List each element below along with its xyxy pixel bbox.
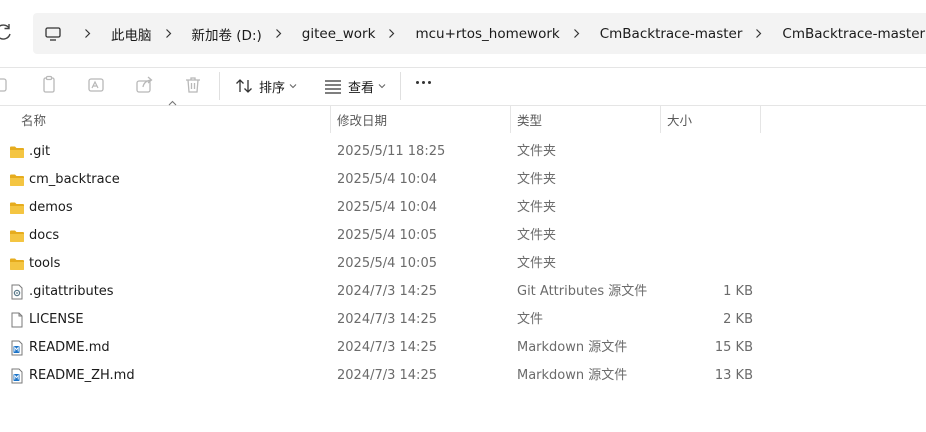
delete-icon[interactable] [183, 75, 203, 95]
folder-icon [9, 200, 25, 216]
share-icon[interactable] [135, 75, 155, 95]
computer-icon[interactable] [45, 26, 61, 41]
markdown-file-icon [9, 368, 25, 384]
file-name[interactable]: .git [29, 138, 50, 166]
chevron-down-icon [289, 84, 297, 89]
view-label: 查看 [348, 80, 375, 96]
file-date: 2024/7/3 14:25 [337, 368, 437, 383]
chevron-right-icon[interactable] [387, 29, 396, 38]
breadcrumb-item[interactable]: 此电脑 [107, 20, 156, 48]
file-row[interactable]: docs 2025/5/4 10:05 文件夹 [0, 222, 926, 250]
breadcrumb-item[interactable]: gitee_work [298, 22, 380, 46]
view-icon [325, 80, 341, 94]
toolbar-divider [400, 72, 401, 100]
file-type: Git Attributes 源文件 [517, 284, 648, 299]
file-date: 2024/7/3 14:25 [337, 312, 437, 327]
file-name[interactable]: LICENSE [29, 306, 84, 334]
file-date: 2025/5/11 18:25 [337, 144, 446, 159]
folder-icon [9, 172, 25, 188]
copy-icon[interactable] [39, 75, 59, 95]
column-divider[interactable] [330, 106, 331, 133]
markdown-file-icon [9, 340, 25, 356]
chevron-right-icon[interactable] [754, 29, 763, 38]
file-type: 文件夹 [517, 200, 557, 215]
rename-icon[interactable] [87, 75, 107, 95]
file-date: 2024/7/3 14:25 [337, 340, 437, 355]
column-header-type[interactable]: 类型 [517, 106, 542, 133]
file-row[interactable]: .git 2025/5/11 18:25 文件夹 [0, 138, 926, 166]
file-name[interactable]: README.md [29, 334, 110, 362]
chevron-right-icon[interactable] [274, 29, 283, 38]
address-bar[interactable]: 此电脑 新加卷 (D:) gitee_work mcu+rtos_homewor… [33, 13, 926, 54]
file-name[interactable]: docs [29, 222, 59, 250]
more-options-icon[interactable] [416, 81, 431, 84]
file-type: 文件夹 [517, 172, 557, 187]
column-header-name[interactable]: 名称 [21, 106, 46, 133]
file-row[interactable]: README_ZH.md 2024/7/3 14:25 Markdown 源文件 13… [0, 362, 926, 390]
file-row[interactable]: cm_backtrace 2025/5/4 10:04 文件夹 [0, 166, 926, 194]
refresh-icon[interactable] [0, 22, 14, 42]
file-date: 2025/5/4 10:05 [337, 256, 437, 271]
view-button[interactable]: 查看 [324, 72, 392, 100]
file-list: .git 2025/5/11 18:25 文件夹 cm_backtrace 2025/5… [0, 138, 926, 390]
file-name[interactable]: cm_backtrace [29, 166, 120, 194]
file-size: 15 KB [714, 340, 753, 355]
file-type: 文件夹 [517, 256, 557, 271]
chevron-right-icon[interactable] [83, 29, 92, 38]
sort-button[interactable]: 排序 [235, 72, 303, 100]
file-row[interactable]: tools 2025/5/4 10:05 文件夹 [0, 250, 926, 278]
chevron-down-icon [378, 84, 386, 89]
file-date: 2025/5/4 10:05 [337, 228, 437, 243]
breadcrumb-item[interactable]: mcu+rtos_homework [411, 22, 563, 46]
breadcrumb-item[interactable]: 新加卷 (D:) [188, 20, 266, 48]
breadcrumb-item[interactable]: CmBacktrace-master [596, 22, 747, 46]
file-type: 文件夹 [517, 228, 557, 243]
file-type: 文件夹 [517, 144, 557, 159]
sort-icon [236, 79, 252, 93]
file-type: 文件 [517, 312, 544, 327]
file-row[interactable]: LICENSE 2024/7/3 14:25 文件 2 KB [0, 306, 926, 334]
toolbar-divider [219, 72, 220, 100]
file-type: Markdown 源文件 [517, 340, 628, 355]
folder-icon [9, 144, 25, 160]
file-date: 2025/5/4 10:04 [337, 172, 437, 187]
file-name[interactable]: demos [29, 194, 73, 222]
blank-file-icon [9, 312, 25, 328]
column-divider[interactable] [760, 106, 761, 133]
file-size: 1 KB [723, 284, 753, 299]
address-bar-row: 此电脑 新加卷 (D:) gitee_work mcu+rtos_homewor… [0, 0, 926, 68]
column-header-row: 名称 修改日期 类型 大小 [0, 100, 926, 133]
sort-ascending-caret-icon [168, 100, 177, 106]
chevron-right-icon[interactable] [572, 29, 581, 38]
file-size: 13 KB [714, 368, 753, 383]
breadcrumb: 此电脑 新加卷 (D:) gitee_work mcu+rtos_homewor… [33, 13, 926, 54]
chevron-right-icon[interactable] [164, 29, 173, 38]
file-name[interactable]: README_ZH.md [29, 362, 135, 390]
file-type: Markdown 源文件 [517, 368, 628, 383]
column-divider[interactable] [510, 106, 511, 133]
file-size: 2 KB [723, 312, 753, 327]
folder-icon [9, 228, 25, 244]
column-header-size[interactable]: 大小 [667, 106, 692, 133]
breadcrumb-item-current[interactable]: CmBacktrace-master [778, 22, 926, 46]
column-divider[interactable] [660, 106, 661, 133]
file-date: 2025/5/4 10:04 [337, 200, 437, 215]
file-name[interactable]: tools [29, 250, 60, 278]
file-date: 2024/7/3 14:25 [337, 284, 437, 299]
command-bar: 排序 查看 [0, 67, 926, 106]
folder-icon [9, 256, 25, 272]
sort-label: 排序 [259, 80, 286, 96]
column-header-date[interactable]: 修改日期 [337, 106, 387, 133]
file-name[interactable]: .gitattributes [29, 278, 114, 306]
file-row[interactable]: .gitattributes 2024/7/3 14:25 Git Attribut… [0, 278, 926, 306]
config-file-icon [9, 284, 25, 300]
file-row[interactable]: README.md 2024/7/3 14:25 Markdown 源文件 15 KB [0, 334, 926, 362]
cut-icon[interactable] [0, 75, 12, 95]
file-row[interactable]: demos 2025/5/4 10:04 文件夹 [0, 194, 926, 222]
